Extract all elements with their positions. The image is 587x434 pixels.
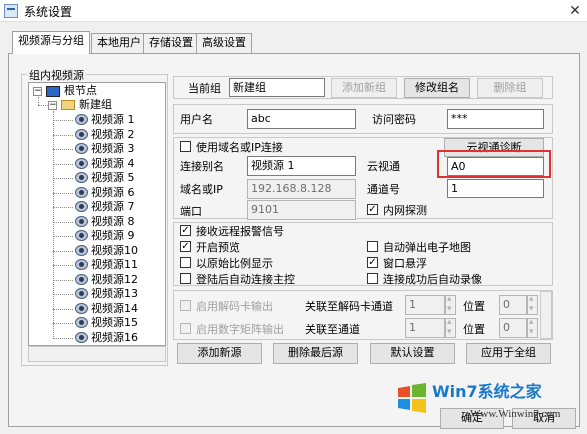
monitor-icon — [46, 86, 60, 97]
original-ratio-label: 以原始比例显示 — [196, 257, 273, 270]
window-float-checkbox[interactable]: ✓ — [367, 257, 378, 268]
camera-icon — [75, 201, 88, 212]
auto-emap-checkbox[interactable] — [367, 241, 378, 252]
tree-horizontal-scrollbar[interactable] — [28, 346, 166, 362]
lan-detect-label: 内网探测 — [383, 204, 427, 217]
user-label: 用户名 — [180, 113, 213, 126]
camera-icon — [75, 128, 88, 140]
original-ratio-checkbox[interactable] — [180, 257, 191, 268]
auto-connect-main-label: 登陆后自动连接主控 — [196, 273, 295, 286]
domain-label: 域名或IP — [180, 183, 223, 196]
domain-input[interactable]: 192.168.8.128 — [247, 179, 356, 199]
current-group-input[interactable]: 新建组 — [229, 78, 325, 97]
decoder-channel-label: 关联至解码卡通道 — [305, 300, 393, 313]
channel-input[interactable]: 1 — [447, 179, 544, 198]
watermark-url: Www.Winwin7.com — [470, 408, 561, 420]
lan-detect-checkbox[interactable]: ✓ — [367, 204, 378, 215]
decoder-output-label: 启用解码卡输出 — [196, 300, 273, 313]
tab-video-source-group[interactable]: 视频源与分组 — [12, 31, 90, 54]
matrix-channel-spinner[interactable] — [445, 317, 456, 338]
collapse-group-icon[interactable]: − — [48, 101, 57, 110]
alias-label: 连接别名 — [180, 160, 224, 173]
receive-alarm-checkbox[interactable]: ✓ — [180, 225, 191, 236]
watermark-brand: Win7系统之家 — [432, 382, 542, 401]
camera-icon — [75, 143, 88, 154]
camera-icon — [75, 259, 88, 270]
port-label: 端口 — [180, 205, 202, 218]
tab-local-user[interactable]: 本地用户 — [91, 33, 147, 53]
auto-connect-main-checkbox[interactable] — [180, 273, 191, 284]
enable-preview-checkbox[interactable]: ✓ — [180, 241, 191, 252]
camera-icon — [75, 230, 88, 241]
camera-icon — [75, 215, 88, 227]
use-domain-ip-checkbox[interactable] — [180, 141, 191, 152]
current-group-label: 当前组 — [188, 82, 221, 95]
matrix-position-label: 位置 — [463, 323, 485, 336]
output-scrollbar[interactable] — [540, 291, 552, 339]
matrix-channel-label: 关联至通道 — [305, 323, 360, 336]
window-icon — [4, 4, 18, 18]
password-label: 访问密码 — [372, 113, 416, 126]
folder-icon — [61, 100, 75, 110]
matrix-channel-input[interactable]: 1 — [405, 318, 445, 338]
decoder-position-label: 位置 — [463, 300, 485, 313]
apply-to-group-button[interactable]: 应用于全组 — [466, 343, 551, 364]
camera-icon — [75, 331, 88, 343]
channel-label: 通道号 — [367, 183, 400, 196]
auto-record-checkbox[interactable] — [367, 273, 378, 284]
group-box-label: 组内视频源 — [27, 67, 86, 83]
camera-icon — [75, 317, 88, 328]
decoder-channel-input[interactable]: 1 — [405, 295, 445, 315]
title-bar — [0, 0, 587, 22]
camera-icon — [75, 186, 88, 198]
matrix-output-checkbox[interactable] — [180, 323, 191, 334]
auto-record-label: 连接成功后自动录像 — [383, 273, 482, 286]
camera-icon — [75, 288, 88, 299]
highlight-box — [437, 150, 551, 178]
decoder-channel-spinner[interactable] — [445, 294, 456, 315]
use-domain-ip-label: 使用域名或IP连接 — [196, 141, 283, 154]
tab-advanced[interactable]: 高级设置 — [196, 33, 252, 53]
close-button[interactable]: ✕ — [564, 1, 586, 21]
camera-icon — [75, 273, 88, 285]
matrix-output-label: 启用数字矩阵输出 — [196, 323, 284, 336]
camera-icon — [75, 114, 88, 125]
user-input[interactable]: abc — [247, 109, 356, 129]
decoder-position-spinner[interactable] — [527, 294, 538, 315]
add-source-button[interactable]: 添加新源 — [177, 343, 262, 364]
window-title: 系统设置 — [24, 5, 73, 19]
source-tree[interactable]: − 根节点 − 新建组 视频源 1 视频源 2 视频源 3 视频源 4 视频源 5 视频源… — [28, 82, 166, 346]
add-group-button[interactable]: 添加新组 — [331, 78, 397, 98]
alias-input[interactable]: 视频源 1 — [247, 156, 356, 176]
default-settings-button[interactable]: 默认设置 — [370, 343, 455, 364]
tab-storage[interactable]: 存储设置 — [143, 33, 199, 53]
delete-group-button[interactable]: 删除组 — [477, 78, 543, 98]
window-float-label: 窗口悬浮 — [383, 257, 427, 270]
camera-icon — [75, 244, 88, 256]
camera-icon — [75, 302, 88, 314]
enable-preview-label: 开启预览 — [196, 241, 240, 254]
camera-icon — [75, 172, 88, 183]
rename-group-button[interactable]: 修改组名 — [404, 78, 470, 98]
delete-last-source-button[interactable]: 删除最后源 — [273, 343, 358, 364]
matrix-position-input[interactable]: 0 — [499, 318, 527, 338]
cloud-label: 云视通 — [367, 160, 400, 173]
auto-emap-label: 自动弹出电子地图 — [383, 241, 471, 254]
windows-logo-icon — [398, 383, 426, 413]
receive-alarm-label: 接收远程报警信号 — [196, 225, 284, 238]
decoder-output-checkbox[interactable] — [180, 300, 191, 311]
decoder-position-input[interactable]: 0 — [499, 295, 527, 315]
password-input[interactable]: *** — [447, 109, 544, 129]
matrix-position-spinner[interactable] — [527, 317, 538, 338]
port-input[interactable]: 9101 — [247, 200, 356, 220]
camera-icon — [75, 157, 88, 169]
collapse-root-icon[interactable]: − — [33, 87, 42, 96]
